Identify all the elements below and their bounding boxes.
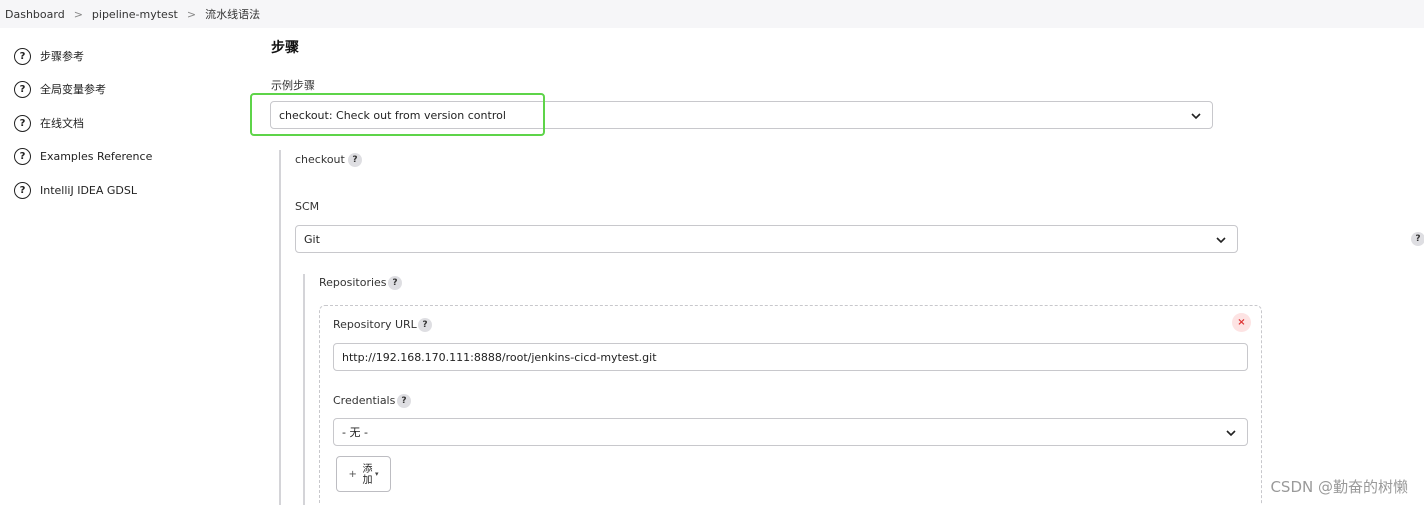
repositories-label: Repositories bbox=[319, 276, 387, 289]
help-circle-icon: ? bbox=[14, 181, 31, 199]
credentials-help-icon[interactable]: ? bbox=[397, 394, 411, 408]
scm-value: Git bbox=[304, 232, 320, 246]
sidebar-item-intellij-gdsl[interactable]: ? IntelliJ IDEA GDSL bbox=[14, 180, 137, 200]
sidebar-item-global-variables[interactable]: ? 全局变量参考 bbox=[14, 79, 106, 99]
breadcrumb-dashboard[interactable]: Dashboard bbox=[5, 8, 65, 21]
help-circle-icon: ? bbox=[14, 147, 31, 165]
checkout-label: checkout bbox=[295, 153, 345, 166]
watermark: CSDN @勤奋的树懒 bbox=[1270, 478, 1408, 496]
repository-url-input[interactable]: http://192.168.170.111:8888/root/jenkins… bbox=[333, 343, 1248, 371]
sidebar-item-label: 步骤参考 bbox=[40, 50, 84, 63]
sidebar-item-label: 全局变量参考 bbox=[40, 83, 106, 96]
checkout-help-icon[interactable]: ? bbox=[348, 153, 362, 167]
repository-url-help-icon[interactable]: ? bbox=[418, 318, 432, 332]
breadcrumb-pipeline[interactable]: pipeline-mytest bbox=[92, 8, 178, 21]
breadcrumb-pipeline-syntax[interactable]: 流水线语法 bbox=[205, 6, 260, 22]
repositories-help-icon[interactable]: ? bbox=[388, 276, 402, 290]
help-circle-icon: ? bbox=[14, 47, 31, 65]
sidebar-item-online-docs[interactable]: ? 在线文档 bbox=[14, 113, 84, 133]
help-circle-icon: ? bbox=[14, 80, 31, 98]
credentials-label: Credentials bbox=[333, 394, 396, 407]
scm-select[interactable]: Git bbox=[295, 225, 1238, 253]
sample-step-label: 示例步骤 bbox=[271, 79, 315, 92]
chevron-down-icon bbox=[1226, 430, 1236, 437]
scm-help-icon[interactable]: ? bbox=[1411, 232, 1424, 246]
credentials-value: - 无 - bbox=[342, 426, 368, 439]
chevron-down-icon bbox=[1216, 237, 1226, 244]
caret-down-icon: ▾ bbox=[374, 470, 379, 478]
repositories-guide-line bbox=[303, 274, 305, 505]
help-circle-icon: ? bbox=[14, 114, 31, 132]
sidebar-item-label: Examples Reference bbox=[40, 149, 153, 163]
breadcrumb-separator-icon: > bbox=[73, 7, 83, 21]
repository-url-label: Repository URL bbox=[333, 318, 417, 331]
section-guide-line bbox=[279, 150, 281, 505]
remove-repository-button[interactable]: × bbox=[1232, 313, 1251, 332]
breadcrumb: Dashboard > pipeline-mytest > 流水线语法 bbox=[0, 0, 1424, 28]
sample-step-select[interactable]: checkout: Check out from version control bbox=[270, 101, 1213, 129]
breadcrumb-separator-icon: > bbox=[186, 7, 197, 21]
repository-entry bbox=[319, 305, 1262, 505]
sidebar-item-label: IntelliJ IDEA GDSL bbox=[40, 183, 137, 197]
sidebar-item-examples-reference[interactable]: ? Examples Reference bbox=[14, 146, 152, 166]
credentials-select[interactable]: - 无 - bbox=[333, 418, 1248, 446]
scm-label: SCM bbox=[295, 200, 320, 213]
sidebar-item-label: 在线文档 bbox=[40, 117, 84, 130]
sample-step-value: checkout: Check out from version control bbox=[279, 108, 506, 122]
plus-icon: + bbox=[348, 468, 357, 480]
sidebar-item-steps-reference[interactable]: ? 步骤参考 bbox=[14, 46, 84, 66]
page-title: 步骤 bbox=[271, 40, 299, 56]
add-credentials-label: 添加 bbox=[359, 463, 371, 485]
page: Dashboard > pipeline-mytest > 流水线语法 ? 步骤… bbox=[0, 0, 1424, 505]
chevron-down-icon bbox=[1191, 113, 1201, 120]
repository-url-value: http://192.168.170.111:8888/root/jenkins… bbox=[342, 350, 657, 364]
add-credentials-button[interactable]: + 添加 ▾ bbox=[336, 456, 391, 492]
